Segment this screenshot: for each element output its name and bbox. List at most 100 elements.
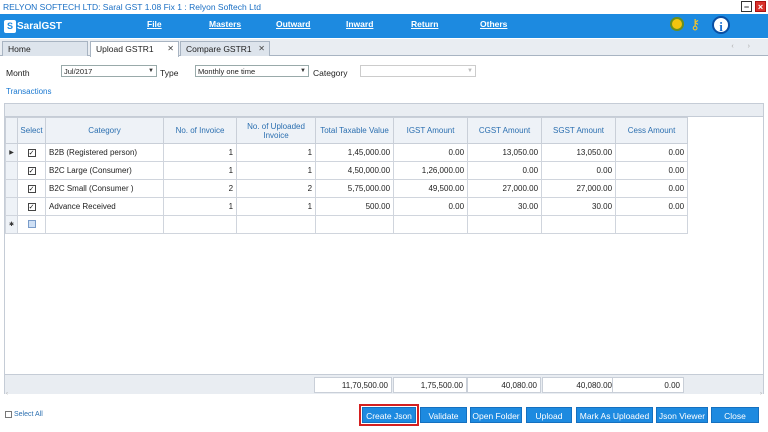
- select-all-label: Select All: [14, 411, 43, 418]
- cell-category: B2C Small (Consumer ): [45, 179, 165, 198]
- col-cgst[interactable]: CGST Amount: [467, 117, 543, 144]
- menu-return[interactable]: Return: [411, 19, 438, 29]
- cell-uploaded: 1: [236, 143, 317, 162]
- col-sgst[interactable]: SGST Amount: [541, 117, 617, 144]
- month-value: Jul/2017: [64, 67, 93, 76]
- tab-scroll-arrows[interactable]: ‹ ›: [731, 43, 756, 50]
- col-invoice-count[interactable]: No. of Invoice: [163, 117, 238, 144]
- horizontal-scrollbar[interactable]: ‹ ›: [0, 391, 768, 399]
- tab-compare-gstr1-label: Compare GSTR1: [186, 44, 252, 54]
- category-label: Category: [313, 68, 348, 78]
- close-tab-icon[interactable]: ✕: [258, 44, 265, 53]
- cell-taxable: 500.00: [315, 197, 395, 216]
- menu-masters[interactable]: Masters: [209, 19, 241, 29]
- gear-icon[interactable]: [670, 17, 684, 31]
- close-tab-icon[interactable]: ✕: [167, 44, 174, 53]
- cell-uploaded: 1: [236, 197, 317, 216]
- chevron-down-icon: ▼: [300, 68, 306, 74]
- cell-cgst: 0.00: [467, 161, 543, 180]
- chevron-down-icon: ▼: [467, 68, 473, 74]
- upload-button[interactable]: Upload: [526, 407, 572, 423]
- filter-bar: Month Jul/2017 ▼ Type Monthly one time ▼ C…: [0, 64, 768, 78]
- type-select[interactable]: Monthly one time ▼: [195, 65, 309, 77]
- menu-inward[interactable]: Inward: [346, 19, 373, 29]
- create-json-button[interactable]: Create Json: [359, 404, 419, 426]
- row-select-checkbox[interactable]: ✓: [27, 203, 36, 211]
- cell-igst: 49,500.00: [393, 179, 469, 198]
- row-select-checkbox[interactable]: ✓: [27, 149, 36, 157]
- scroll-right-icon[interactable]: ›: [760, 391, 762, 397]
- cell-cess: 0.00: [615, 197, 689, 216]
- tab-compare-gstr1[interactable]: Compare GSTR1 ✕: [180, 41, 270, 56]
- row-select-checkbox[interactable]: [27, 219, 36, 228]
- col-uploaded-count[interactable]: No. of Uploaded Invoice: [236, 117, 317, 144]
- cell-cess: 0.00: [615, 143, 689, 162]
- table-row[interactable]: ✓ B2C Small (Consumer ) 2 2 5,75,000.00 …: [4, 179, 689, 198]
- footer-bar: Select All Create Json Validate Open Fol…: [0, 404, 768, 426]
- cell-sgst: 27,000.00: [541, 179, 617, 198]
- json-viewer-button[interactable]: Json Viewer: [656, 407, 708, 423]
- cell-taxable: 4,50,000.00: [315, 161, 395, 180]
- cell-sgst: 0.00: [541, 161, 617, 180]
- table-row[interactable]: ▶ ✓ B2B (Registered person) 1 1 1,45,000…: [4, 143, 689, 162]
- cell-uploaded: 1: [236, 161, 317, 180]
- validate-button[interactable]: Validate: [420, 407, 467, 423]
- cell-cess: 0.00: [615, 179, 689, 198]
- cell-igst: 0.00: [393, 143, 469, 162]
- table-row[interactable]: ✓ Advance Received 1 1 500.00 0.00 30.00…: [4, 197, 689, 216]
- cell-igst: 0.00: [393, 197, 469, 216]
- scroll-left-icon[interactable]: ‹: [6, 391, 8, 397]
- mark-as-uploaded-button[interactable]: Mark As Uploaded: [576, 407, 653, 423]
- cell-category: B2C Large (Consumer): [45, 161, 165, 180]
- type-label: Type: [160, 68, 179, 78]
- info-icon[interactable]: i: [712, 16, 730, 34]
- tab-home[interactable]: Home: [2, 41, 88, 56]
- close-window-button[interactable]: ×: [755, 1, 766, 12]
- logo-mark: S: [4, 19, 16, 33]
- month-select[interactable]: Jul/2017 ▼: [61, 65, 157, 77]
- current-row-indicator: ▶: [4, 143, 19, 162]
- title-bar: RELYON SOFTECH LTD: Saral GST 1.08 Fix 1…: [0, 0, 768, 14]
- open-folder-button[interactable]: Open Folder: [470, 407, 522, 423]
- cell-invoices: 1: [163, 197, 238, 216]
- tab-home-label: Home: [8, 44, 31, 54]
- cell-cgst: 30.00: [467, 197, 543, 216]
- cell-invoices: 1: [163, 161, 238, 180]
- select-all-box[interactable]: [5, 411, 12, 418]
- row-select-checkbox[interactable]: ✓: [27, 167, 36, 175]
- cell-sgst: 30.00: [541, 197, 617, 216]
- minimize-button[interactable]: −: [741, 1, 752, 12]
- col-category[interactable]: Category: [45, 117, 165, 144]
- logo-text: SaralGST: [17, 20, 63, 32]
- menu-file[interactable]: File: [147, 19, 162, 29]
- key-icon[interactable]: ⚷: [690, 17, 706, 31]
- cell-cess: 0.00: [615, 161, 689, 180]
- tab-upload-gstr1[interactable]: Upload GSTR1 ✕: [90, 41, 179, 57]
- chevron-down-icon: ▼: [148, 68, 154, 74]
- cell-taxable: 1,45,000.00: [315, 143, 395, 162]
- row-select-checkbox[interactable]: ✓: [27, 185, 36, 193]
- type-value: Monthly one time: [198, 67, 256, 76]
- table-row[interactable]: ✓ B2C Large (Consumer) 1 1 4,50,000.00 1…: [4, 161, 689, 180]
- category-select[interactable]: ▼: [360, 65, 476, 77]
- new-row[interactable]: ✱: [4, 215, 689, 234]
- col-igst[interactable]: IGST Amount: [393, 117, 469, 144]
- transactions-grid: Select Category No. of Invoice No. of Up…: [4, 103, 764, 394]
- transactions-table: Select Category No. of Invoice No. of Up…: [4, 117, 689, 234]
- col-select[interactable]: Select: [17, 117, 47, 144]
- cell-sgst: 13,050.00: [541, 143, 617, 162]
- tab-bar: Home Upload GSTR1 ✕ Compare GSTR1 ✕ ‹ ›: [0, 39, 768, 57]
- cell-category: B2B (Registered person): [45, 143, 165, 162]
- cell-uploaded: 2: [236, 179, 317, 198]
- col-cess[interactable]: Cess Amount: [615, 117, 689, 144]
- cell-cgst: 27,000.00: [467, 179, 543, 198]
- menu-others[interactable]: Others: [480, 19, 507, 29]
- col-taxable[interactable]: Total Taxable Value: [315, 117, 395, 144]
- cell-cgst: 13,050.00: [467, 143, 543, 162]
- close-button[interactable]: Close: [711, 407, 759, 423]
- cell-invoices: 2: [163, 179, 238, 198]
- row-indicator-header: [4, 117, 19, 144]
- menu-outward[interactable]: Outward: [276, 19, 310, 29]
- select-all-checkbox[interactable]: Select All: [5, 411, 43, 418]
- grid-group-bar: [5, 104, 763, 117]
